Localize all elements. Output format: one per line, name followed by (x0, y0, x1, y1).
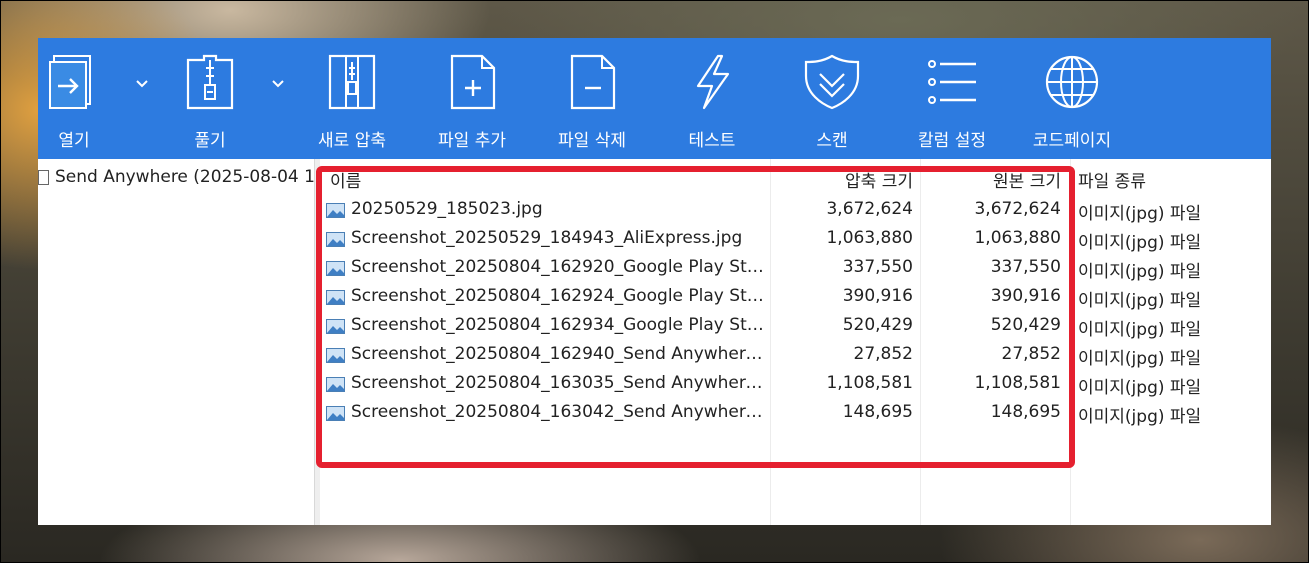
new-archive-icon (328, 54, 376, 110)
column-list-icon (928, 60, 976, 104)
document-icon (38, 169, 49, 185)
file-type: 이미지(jpg) 파일 (1078, 204, 1202, 224)
file-type: 이미지(jpg) 파일 (1078, 407, 1202, 427)
tree-item-root[interactable]: Send Anywhere (2025-08-04 16 (38, 165, 326, 189)
new-archive-label: 새로 압축 (318, 131, 386, 151)
file-type: 이미지(jpg) 파일 (1078, 349, 1202, 369)
globe-icon (1045, 55, 1099, 109)
toolbar: 열기 풀기 새로 압축 파일 추가 파일 삭제 테스트 스캔 칼럼 설정 코드페… (38, 38, 1271, 159)
open-dropdown-icon[interactable] (135, 76, 149, 90)
test-label: 테스트 (688, 131, 736, 151)
add-file-icon (450, 54, 496, 110)
add-file-label: 파일 추가 (438, 131, 506, 151)
delete-file-label: 파일 삭제 (558, 131, 626, 151)
scan-button[interactable]: 스캔 (777, 52, 887, 152)
column-header-type[interactable]: 파일 종류 (1078, 167, 1146, 192)
extract-icon (186, 54, 234, 110)
delete-file-button[interactable]: 파일 삭제 (537, 52, 647, 152)
file-type: 이미지(jpg) 파일 (1078, 320, 1202, 340)
file-type: 이미지(jpg) 파일 (1078, 378, 1202, 398)
codepage-label: 코드페이지 (1032, 131, 1112, 151)
file-type: 이미지(jpg) 파일 (1078, 291, 1202, 311)
archive-window: 열기 풀기 새로 압축 파일 추가 파일 삭제 테스트 스캔 칼럼 설정 코드페… (38, 38, 1271, 525)
extract-button[interactable]: 풀기 (155, 52, 265, 152)
lightning-icon (696, 54, 730, 110)
new-archive-button[interactable]: 새로 압축 (297, 52, 407, 152)
extract-dropdown-icon[interactable] (271, 76, 285, 90)
codepage-button[interactable]: 코드페이지 (1017, 52, 1127, 152)
test-button[interactable]: 테스트 (657, 52, 767, 152)
delete-file-icon (570, 54, 616, 110)
folder-tree: Send Anywhere (2025-08-04 16 (38, 159, 326, 525)
tree-item-label: Send Anywhere (2025-08-04 16 (55, 167, 326, 187)
column-settings-label: 칼럼 설정 (918, 131, 986, 151)
shield-scan-icon (804, 54, 860, 110)
scan-label: 스캔 (816, 131, 848, 151)
file-type: 이미지(jpg) 파일 (1078, 262, 1202, 282)
selection-highlight-box (316, 166, 1075, 468)
extract-label: 풀기 (194, 131, 226, 151)
open-label: 열기 (58, 131, 90, 151)
add-file-button[interactable]: 파일 추가 (417, 52, 527, 152)
open-button[interactable]: 열기 (38, 52, 129, 152)
file-type: 이미지(jpg) 파일 (1078, 233, 1202, 253)
open-icon (49, 55, 91, 109)
column-settings-button[interactable]: 칼럼 설정 (897, 52, 1007, 152)
